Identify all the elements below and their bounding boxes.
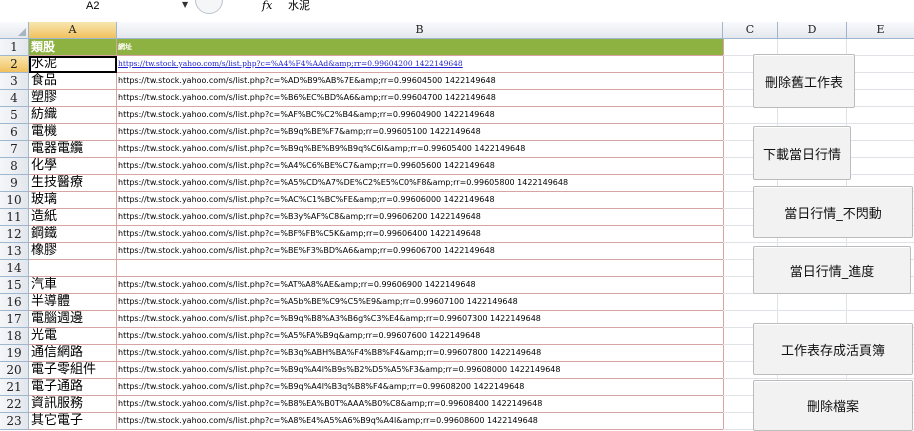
cell-category[interactable]: 電器電纜 (29, 141, 117, 158)
row-header[interactable]: 3 (0, 73, 29, 90)
cell-url[interactable]: https://tw.stock.yahoo.com/s/list.php?c=… (117, 226, 724, 243)
row-header[interactable]: 17 (0, 311, 29, 328)
row-header[interactable]: 10 (0, 192, 29, 209)
cell-category[interactable]: 汽車 (29, 277, 117, 294)
cell-category[interactable]: 塑膠 (29, 90, 117, 107)
formula-bar: A2 ▼ fx 水泥 (0, 0, 914, 14)
cell-url[interactable]: https://tw.stock.yahoo.com/s/list.php?c=… (117, 209, 724, 226)
cell-url[interactable]: https://tw.stock.yahoo.com/s/list.php?c=… (117, 90, 724, 107)
cell-url[interactable]: https://tw.stock.yahoo.com/s/list.php?c=… (117, 73, 724, 90)
empty-cells[interactable] (723, 107, 914, 124)
row-header[interactable]: 8 (0, 158, 29, 175)
cell-url[interactable]: https://tw.stock.yahoo.com/s/list.php?c=… (117, 175, 724, 192)
row-header[interactable]: 5 (0, 107, 29, 124)
delete-file-button[interactable]: 刪除檔案 (753, 380, 913, 431)
select-all-corner[interactable] (0, 22, 29, 38)
cell-category[interactable]: 食品 (29, 73, 117, 90)
column-header-b[interactable]: B (117, 22, 723, 38)
row-header[interactable]: 19 (0, 345, 29, 362)
download-daily-quotes-button[interactable]: 下載當日行情 (753, 126, 851, 180)
formula-input[interactable]: 水泥 (288, 0, 310, 12)
row-header[interactable]: 2 (0, 56, 29, 73)
cell-reference: A2 (86, 0, 100, 12)
row-header[interactable]: 14 (0, 260, 29, 277)
cell-category[interactable] (29, 260, 117, 277)
table-row: 5 紡織 https://tw.stock.yahoo.com/s/list.php… (0, 107, 914, 124)
cell-category[interactable]: 紡織 (29, 107, 117, 124)
header-cell-category[interactable]: 類股 (29, 39, 117, 56)
row-header[interactable]: 15 (0, 277, 29, 294)
row-header[interactable]: 18 (0, 328, 29, 345)
cell-category[interactable]: 生技醫療 (29, 175, 117, 192)
row-header[interactable]: 1 (0, 39, 29, 56)
table-row: 16 半導體 https://tw.stock.yahoo.com/s/list.p… (0, 294, 914, 311)
cell-url[interactable]: https://tw.stock.yahoo.com/s/list.php?c=… (117, 141, 724, 158)
row-header[interactable]: 11 (0, 209, 29, 226)
row-header[interactable]: 22 (0, 396, 29, 413)
cell-category[interactable]: 光電 (29, 328, 117, 345)
cell-url[interactable]: https://tw.stock.yahoo.com/s/list.php?c=… (117, 243, 724, 260)
cell-url[interactable]: https://tw.stock.yahoo.com/s/list.php?c=… (117, 107, 724, 124)
cell-category[interactable]: 半導體 (29, 294, 117, 311)
column-header-e[interactable]: E (847, 22, 914, 38)
cell-url[interactable]: https://tw.stock.yahoo.com/s/list.php?c=… (117, 56, 724, 73)
fx-icon[interactable]: fx (262, 0, 272, 12)
cell-category[interactable]: 鋼鐵 (29, 226, 117, 243)
cell-url[interactable]: https://tw.stock.yahoo.com/s/list.php?c=… (117, 345, 724, 362)
daily-quotes-progress-button[interactable]: 當日行情_進度 (753, 246, 911, 294)
cell-category[interactable]: 水泥 (29, 56, 117, 73)
formula-controls-button[interactable] (195, 0, 223, 14)
row-header[interactable]: 20 (0, 362, 29, 379)
row-header[interactable]: 6 (0, 124, 29, 141)
cell-category[interactable]: 橡膠 (29, 243, 117, 260)
header-cell-url[interactable]: 網址 (117, 39, 724, 56)
column-header-c[interactable]: C (723, 22, 778, 38)
cell-category[interactable]: 通信網路 (29, 345, 117, 362)
column-header-d[interactable]: D (778, 22, 847, 38)
cell-url[interactable]: https://tw.stock.yahoo.com/s/list.php?c=… (117, 192, 724, 209)
cell-url[interactable]: https://tw.stock.yahoo.com/s/list.php?c=… (117, 328, 724, 345)
row-header[interactable]: 9 (0, 175, 29, 192)
row-header[interactable]: 13 (0, 243, 29, 260)
row-header[interactable]: 12 (0, 226, 29, 243)
row-header[interactable]: 16 (0, 294, 29, 311)
cell-url[interactable]: https://tw.stock.yahoo.com/s/list.php?c=… (117, 311, 724, 328)
cell-url[interactable]: https://tw.stock.yahoo.com/s/list.php?c=… (117, 158, 724, 175)
save-sheet-as-workbook-button[interactable]: 工作表存成活頁簿 (753, 323, 913, 375)
cell-category[interactable]: 玻璃 (29, 192, 117, 209)
cell-url[interactable]: https://tw.stock.yahoo.com/s/list.php?c=… (117, 413, 724, 430)
cell-category[interactable]: 資訊服務 (29, 396, 117, 413)
cell-category[interactable]: 電子零組件 (29, 362, 117, 379)
column-header-a[interactable]: A (29, 22, 117, 38)
row-header[interactable]: 21 (0, 379, 29, 396)
cell-url[interactable]: https://tw.stock.yahoo.com/s/list.php?c=… (117, 396, 724, 413)
cell-category[interactable]: 電腦週邊 (29, 311, 117, 328)
name-box[interactable]: A2 ▼ (0, 0, 196, 13)
cell-category[interactable]: 其它電子 (29, 413, 117, 430)
cell-url[interactable]: https://tw.stock.yahoo.com/s/list.php?c=… (117, 294, 724, 311)
cell-url[interactable]: https://tw.stock.yahoo.com/s/list.php?c=… (117, 277, 724, 294)
column-headers: A B C D E (0, 22, 914, 39)
row-header[interactable]: 23 (0, 413, 29, 430)
cell-url[interactable]: https://tw.stock.yahoo.com/s/list.php?c=… (117, 379, 724, 396)
cell-url[interactable] (117, 260, 724, 277)
cell-url[interactable]: https://tw.stock.yahoo.com/s/list.php?c=… (117, 124, 724, 141)
cell-category[interactable]: 造紙 (29, 209, 117, 226)
daily-quotes-no-flash-button[interactable]: 當日行情_不閃動 (753, 186, 913, 238)
chevron-down-icon[interactable]: ▼ (182, 0, 188, 11)
row-header[interactable]: 4 (0, 90, 29, 107)
cell-url[interactable]: https://tw.stock.yahoo.com/s/list.php?c=… (117, 362, 724, 379)
delete-old-sheets-button[interactable]: 刪除舊工作表 (753, 54, 855, 108)
empty-cells[interactable] (723, 294, 914, 311)
row-header[interactable]: 7 (0, 141, 29, 158)
cell-category[interactable]: 化學 (29, 158, 117, 175)
cell-category[interactable]: 電機 (29, 124, 117, 141)
cell-category[interactable]: 電子通路 (29, 379, 117, 396)
